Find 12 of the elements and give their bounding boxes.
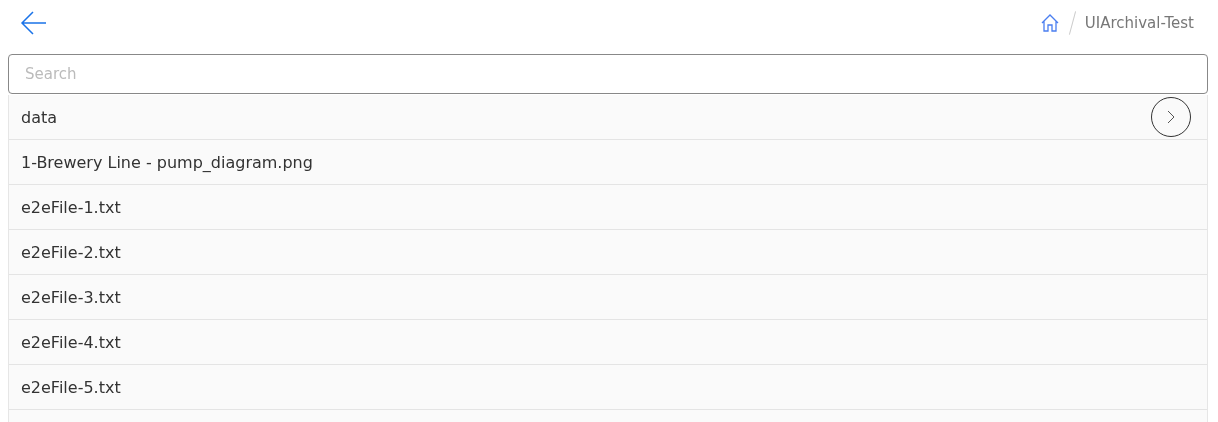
chevron-right-icon	[1165, 109, 1177, 125]
folder-item[interactable]: data	[21, 107, 58, 127]
home-icon[interactable]	[1039, 13, 1060, 33]
breadcrumb-current[interactable]: UIArchival-Test	[1084, 14, 1194, 32]
search-field[interactable]: Search	[8, 54, 1208, 94]
file-item[interactable]: e2eFile-3.txt	[21, 287, 121, 307]
file-item[interactable]: 1-Brewery Line - pump_diagram.png	[21, 152, 313, 172]
file-item[interactable]: e2eFile-2.txt	[21, 242, 121, 262]
back-button[interactable]	[20, 9, 48, 37]
file-item[interactable]: e2eFile-4.txt	[21, 332, 121, 352]
file-item[interactable]: e2eFile-1.txt	[21, 197, 121, 217]
file-item[interactable]: e2eFile-5.txt	[21, 377, 121, 397]
